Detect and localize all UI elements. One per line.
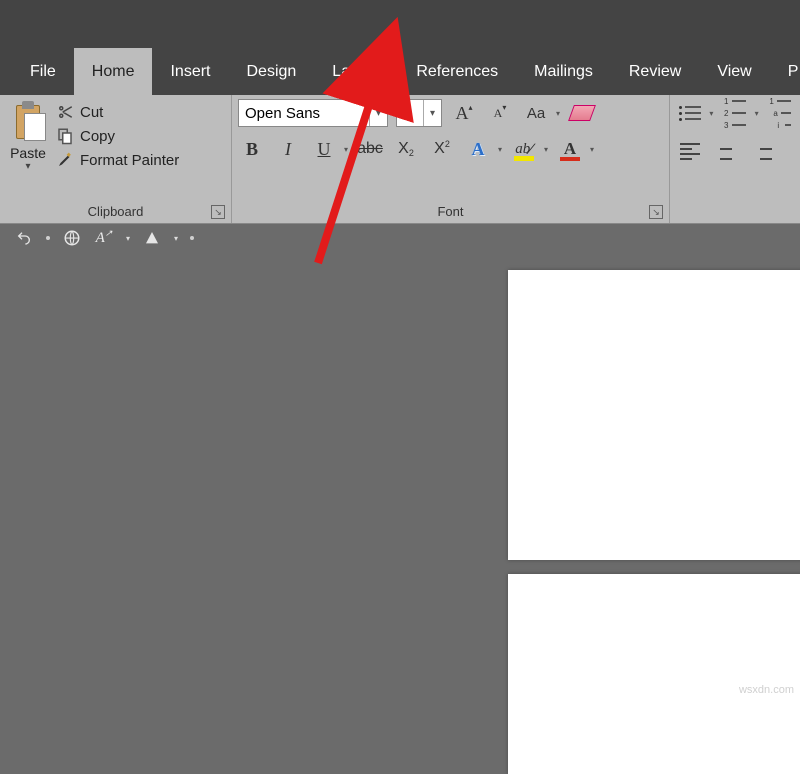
align-left-button[interactable] bbox=[676, 137, 704, 165]
tab-layout[interactable]: Layout bbox=[314, 48, 398, 95]
font-size-input[interactable] bbox=[397, 100, 423, 126]
bullets-icon bbox=[679, 106, 701, 121]
tab-insert[interactable]: Insert bbox=[152, 48, 228, 95]
italic-button[interactable]: I bbox=[274, 135, 302, 163]
bullets-button[interactable] bbox=[676, 99, 703, 127]
font-size-caret-icon[interactable]: ▾ bbox=[423, 100, 441, 126]
bold-button[interactable]: B bbox=[238, 135, 266, 163]
clipboard-dialog-launcher[interactable] bbox=[211, 205, 225, 219]
paste-label: Paste bbox=[10, 145, 46, 161]
text-effects-caret-icon[interactable]: ▾ bbox=[498, 145, 502, 154]
numbering-icon: 1 2 3 bbox=[724, 97, 746, 130]
multilevel-icon: 1 a i bbox=[769, 97, 791, 130]
font-color-button[interactable]: A bbox=[556, 135, 584, 163]
tab-references[interactable]: References bbox=[398, 48, 516, 95]
qat-shapes-caret-icon[interactable]: ▾ bbox=[174, 234, 178, 243]
tab-partial[interactable]: P bbox=[770, 48, 800, 95]
copy-label: Copy bbox=[80, 128, 115, 145]
paintbrush-icon bbox=[56, 151, 74, 169]
shapes-icon bbox=[144, 230, 160, 246]
font-name-combo[interactable]: ▾ bbox=[238, 99, 388, 127]
ribbon-tab-bar: File Home Insert Design Layout Reference… bbox=[0, 48, 800, 95]
shrink-font-button[interactable]: A▾ bbox=[486, 99, 514, 127]
font-name-input[interactable] bbox=[239, 100, 369, 126]
multilevel-list-button[interactable]: 1 a i bbox=[767, 99, 794, 127]
tab-mailings[interactable]: Mailings bbox=[516, 48, 611, 95]
highlight-caret-icon[interactable]: ▾ bbox=[544, 145, 548, 154]
grow-font-button[interactable]: A▴ bbox=[450, 99, 478, 127]
text-effects-button[interactable]: A bbox=[464, 135, 492, 163]
format-painter-label: Format Painter bbox=[80, 152, 179, 169]
styles-icon: A↗ bbox=[96, 230, 113, 247]
qat-styles-caret-icon[interactable]: ▾ bbox=[126, 234, 130, 243]
align-left-icon bbox=[680, 143, 700, 160]
clipboard-group-label: Clipboard bbox=[6, 201, 225, 223]
font-group-label: Font bbox=[238, 201, 663, 223]
qat-web-button[interactable] bbox=[62, 228, 82, 248]
copy-icon bbox=[56, 127, 74, 145]
globe-icon bbox=[63, 229, 81, 247]
font-dialog-launcher[interactable] bbox=[649, 205, 663, 219]
underline-button[interactable]: U bbox=[310, 135, 338, 163]
change-case-button[interactable]: Aa bbox=[522, 99, 550, 127]
group-clipboard: Paste ▾ Cut Copy Format Painter Clipboar… bbox=[0, 95, 232, 223]
quick-access-toolbar: A↗ ▾ ▾ bbox=[0, 224, 800, 252]
font-name-caret-icon[interactable]: ▾ bbox=[369, 100, 387, 126]
font-color-caret-icon[interactable]: ▾ bbox=[590, 145, 594, 154]
copy-button[interactable]: Copy bbox=[56, 127, 179, 145]
align-right-button[interactable] bbox=[748, 137, 776, 165]
document-workspace[interactable] bbox=[0, 252, 800, 700]
qat-styles-button[interactable]: A↗ bbox=[94, 228, 114, 248]
align-center-button[interactable] bbox=[712, 137, 740, 165]
ribbon: Paste ▾ Cut Copy Format Painter Clipboar… bbox=[0, 95, 800, 224]
undo-icon bbox=[16, 230, 32, 246]
scissors-icon bbox=[56, 103, 74, 121]
clipboard-paste-icon bbox=[10, 101, 46, 143]
qat-separator-2 bbox=[190, 236, 194, 240]
highlight-button[interactable]: ab∕ bbox=[510, 135, 538, 163]
tab-review[interactable]: Review bbox=[611, 48, 699, 95]
undo-button[interactable] bbox=[14, 228, 34, 248]
format-painter-button[interactable]: Format Painter bbox=[56, 151, 179, 169]
numbering-caret-icon[interactable]: ▾ bbox=[755, 109, 759, 118]
eraser-icon bbox=[568, 105, 596, 121]
cut-label: Cut bbox=[80, 104, 103, 121]
document-page-1[interactable] bbox=[508, 270, 800, 560]
title-bar bbox=[0, 0, 800, 48]
strikethrough-button[interactable]: abc bbox=[356, 135, 384, 163]
subscript-button[interactable]: X2 bbox=[392, 135, 420, 163]
tab-file[interactable]: File bbox=[12, 48, 74, 95]
clear-formatting-button[interactable] bbox=[568, 99, 596, 127]
change-case-caret-icon[interactable]: ▾ bbox=[556, 109, 560, 118]
bullets-caret-icon[interactable]: ▾ bbox=[709, 109, 713, 118]
superscript-button[interactable]: X2 bbox=[428, 135, 456, 163]
tab-design[interactable]: Design bbox=[228, 48, 314, 95]
watermark: wsxdn.com bbox=[739, 684, 794, 696]
tab-home[interactable]: Home bbox=[74, 48, 153, 95]
qat-shapes-button[interactable] bbox=[142, 228, 162, 248]
document-page-2[interactable] bbox=[508, 574, 800, 774]
cut-button[interactable]: Cut bbox=[56, 103, 179, 121]
group-paragraph: ▾ 1 2 3 ▾ 1 a i bbox=[670, 95, 800, 223]
qat-separator bbox=[46, 236, 50, 240]
group-font: ▾ ▾ A▴ A▾ Aa ▾ B I U ▾ abc X2 X2 bbox=[232, 95, 670, 223]
underline-caret-icon[interactable]: ▾ bbox=[344, 145, 348, 154]
align-center-icon bbox=[716, 143, 736, 160]
align-right-icon bbox=[752, 143, 772, 160]
paste-button[interactable]: Paste ▾ bbox=[6, 99, 50, 201]
paste-dropdown-caret-icon[interactable]: ▾ bbox=[25, 161, 30, 172]
tab-view[interactable]: View bbox=[699, 48, 769, 95]
numbering-button[interactable]: 1 2 3 bbox=[721, 99, 748, 127]
font-size-combo[interactable]: ▾ bbox=[396, 99, 442, 127]
